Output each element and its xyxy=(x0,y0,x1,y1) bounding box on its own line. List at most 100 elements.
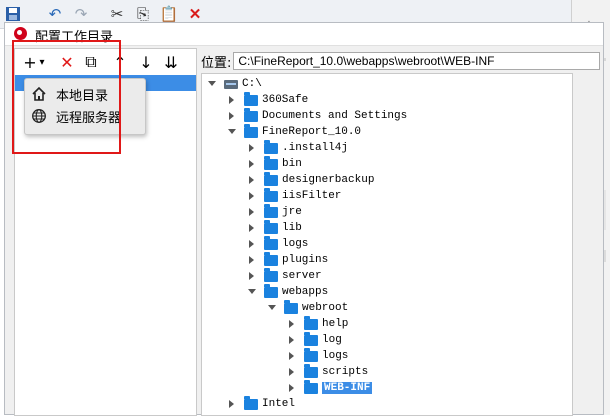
tree-collapsed-icon[interactable] xyxy=(286,364,298,380)
add-dropdown-menu: 本地目录 远程服务器 xyxy=(24,78,146,135)
tree-node[interactable]: jre xyxy=(246,203,302,220)
tree-node-label: designerbackup xyxy=(282,174,375,186)
tree-node-root[interactable]: C:\ xyxy=(206,76,262,92)
tree-collapsed-icon[interactable] xyxy=(246,172,258,188)
tree-collapsed-icon[interactable] xyxy=(246,220,258,236)
tree-node[interactable]: server xyxy=(246,267,322,284)
tree-node-label: iisFilter xyxy=(282,190,342,202)
tree-node-label: help xyxy=(322,318,349,330)
folder-icon xyxy=(264,139,278,154)
location-path-field[interactable]: C:\FineReport_10.0\webapps\webroot\WEB-I… xyxy=(233,52,601,70)
folder-icon xyxy=(304,347,318,362)
add-button[interactable]: + xyxy=(23,52,37,72)
folder-icon xyxy=(264,187,278,202)
copy-button[interactable]: ⧉ xyxy=(83,52,99,72)
folder-icon xyxy=(264,235,278,250)
tree-node-label: jre xyxy=(282,206,302,218)
tree-collapsed-icon[interactable] xyxy=(226,396,238,412)
tree-node[interactable]: WEB-INF xyxy=(286,379,373,396)
tree-expanded-icon[interactable] xyxy=(226,124,238,140)
tree-node[interactable]: webapps xyxy=(246,283,329,300)
undo-icon[interactable]: ↶ xyxy=(46,5,64,23)
delete-button[interactable]: ✕ xyxy=(59,52,75,72)
workdir-list xyxy=(15,91,196,415)
tree-node-label: lib xyxy=(282,222,302,234)
tree-node-label: Documents and Settings xyxy=(262,110,408,122)
folder-icon xyxy=(264,251,278,266)
tree-node-label: scripts xyxy=(322,366,369,378)
tree-collapsed-icon[interactable] xyxy=(246,140,258,156)
folder-icon xyxy=(244,395,258,410)
directory-tree: C:\ 360Safe Documents and Settings FineRep… xyxy=(201,73,573,416)
tree-collapsed-icon[interactable] xyxy=(226,92,238,108)
sort-button[interactable]: ⇊ xyxy=(163,52,179,72)
tree-collapsed-icon[interactable] xyxy=(226,108,238,124)
tree-expanded-icon[interactable] xyxy=(266,300,278,316)
tree-expanded-icon[interactable] xyxy=(206,76,218,92)
move-down-button[interactable]: ↓ xyxy=(139,52,153,72)
tree-collapsed-icon[interactable] xyxy=(286,332,298,348)
tree-node[interactable]: Intel xyxy=(226,395,296,412)
folder-icon xyxy=(244,123,258,138)
tree-node[interactable]: 360Safe xyxy=(226,91,308,108)
tree-node[interactable]: .install4j xyxy=(246,139,349,156)
tree-node-label: WEB-INF xyxy=(322,382,373,394)
folder-icon xyxy=(264,267,278,282)
globe-icon xyxy=(32,109,46,123)
tree-node-label: server xyxy=(282,270,322,282)
move-up-button[interactable]: ↑ xyxy=(113,52,127,72)
tree-collapsed-icon[interactable] xyxy=(246,236,258,252)
tree-node-label: plugins xyxy=(282,254,329,266)
tree-node[interactable]: bin xyxy=(246,155,302,172)
tree-collapsed-icon[interactable] xyxy=(286,316,298,332)
tree-node[interactable]: webroot xyxy=(266,299,349,316)
tree-node[interactable]: FineReport_10.0 xyxy=(226,123,361,140)
folder-icon xyxy=(304,315,318,330)
tree-node[interactable]: help xyxy=(286,315,349,332)
cut-icon[interactable]: ✂ xyxy=(108,5,126,23)
location-label: 位置: xyxy=(201,55,232,71)
tree-node[interactable]: iisFilter xyxy=(246,187,342,204)
folder-icon xyxy=(284,299,298,314)
tree-node-label: webroot xyxy=(302,302,349,314)
tree-node-label: Intel xyxy=(262,398,296,410)
folder-icon xyxy=(264,203,278,218)
copy-icon[interactable]: ⎘ xyxy=(134,5,152,23)
tree-collapsed-icon[interactable] xyxy=(286,348,298,364)
menu-item-label: 远程服务器 xyxy=(56,110,122,126)
location-bar: 位置: C:\FineReport_10.0\webapps\webroot\W… xyxy=(201,51,601,71)
tree-collapsed-icon[interactable] xyxy=(286,380,298,396)
tree-node[interactable]: log xyxy=(286,331,342,348)
tree-node[interactable]: scripts xyxy=(286,363,369,380)
folder-icon xyxy=(264,283,278,298)
tree-collapsed-icon[interactable] xyxy=(246,204,258,220)
delete-icon[interactable]: ✕ xyxy=(186,5,204,23)
tree-collapsed-icon[interactable] xyxy=(246,188,258,204)
folder-icon xyxy=(264,219,278,234)
tree-node-label: webapps xyxy=(282,286,329,298)
save-icon[interactable] xyxy=(4,5,22,23)
tree-node[interactable]: plugins xyxy=(246,251,329,268)
menu-item-local-directory[interactable]: 本地目录 xyxy=(31,84,108,104)
tree-node[interactable]: Documents and Settings xyxy=(226,107,408,124)
redo-icon[interactable]: ↷ xyxy=(72,5,90,23)
tree-node-label: bin xyxy=(282,158,302,170)
app-logo-icon xyxy=(14,27,27,40)
paste-icon[interactable]: 📋 xyxy=(160,5,179,23)
tree-node-label: logs xyxy=(322,350,349,362)
tree-node[interactable]: logs xyxy=(286,347,349,364)
tree-collapsed-icon[interactable] xyxy=(246,156,258,172)
dialog-title: 配置工作目录 xyxy=(35,30,114,45)
tree-node[interactable]: lib xyxy=(246,219,302,236)
tree-node[interactable]: designerbackup xyxy=(246,171,375,188)
tree-node-label: C:\ xyxy=(242,78,262,90)
menu-item-remote-server[interactable]: 远程服务器 xyxy=(31,106,121,126)
tree-collapsed-icon[interactable] xyxy=(246,252,258,268)
chevron-down-icon[interactable]: ▾ xyxy=(37,52,47,72)
tree-expanded-icon[interactable] xyxy=(246,284,258,300)
tree-node-label: .install4j xyxy=(282,142,349,154)
folder-icon xyxy=(304,331,318,346)
drive-icon xyxy=(224,79,238,89)
tree-collapsed-icon[interactable] xyxy=(246,268,258,284)
tree-node[interactable]: logs xyxy=(246,235,308,252)
